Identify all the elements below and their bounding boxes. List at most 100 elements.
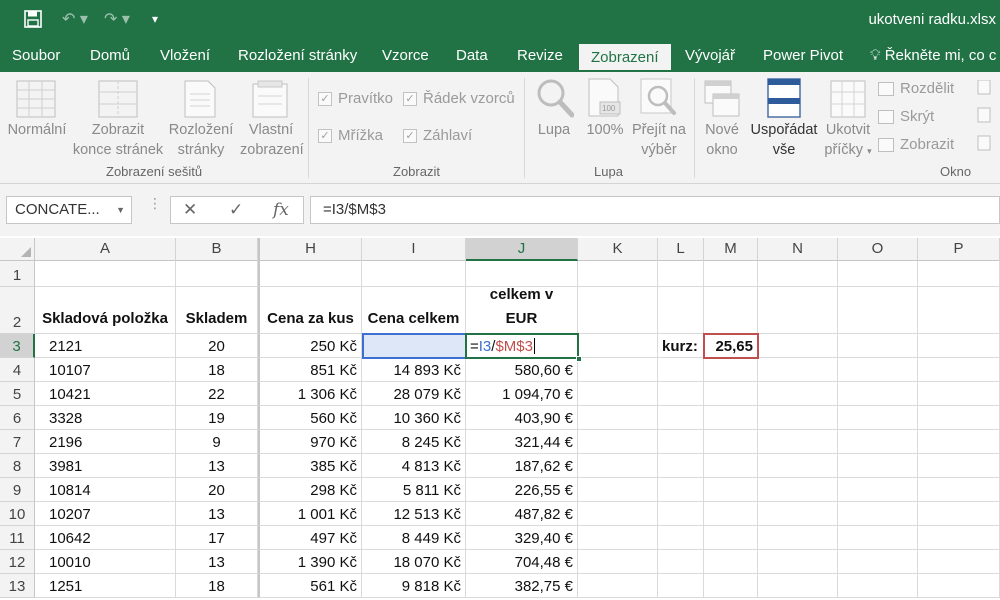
cell-a3[interactable]: 2121: [35, 334, 176, 358]
cell[interactable]: [658, 502, 704, 526]
page-break-preview-button[interactable]: Zobrazit konce stránek: [72, 120, 164, 160]
cell[interactable]: [658, 478, 704, 502]
cell-b4[interactable]: 18: [176, 358, 258, 382]
cell[interactable]: [578, 526, 658, 550]
cell-b7[interactable]: 9: [176, 430, 258, 454]
cell-a9[interactable]: 10814: [35, 478, 176, 502]
cell[interactable]: [838, 574, 918, 598]
column-header-l[interactable]: L: [658, 238, 704, 261]
cell[interactable]: [578, 287, 658, 334]
name-box[interactable]: CONCATE... ▼: [6, 196, 132, 224]
cell[interactable]: [578, 382, 658, 406]
cell[interactable]: [658, 358, 704, 382]
cell[interactable]: [918, 287, 1000, 334]
cell[interactable]: [578, 358, 658, 382]
row-header-12[interactable]: 12: [0, 550, 35, 574]
cell-a11[interactable]: 10642: [35, 526, 176, 550]
ruler-checkbox[interactable]: ✓ Pravítko: [318, 90, 393, 107]
cell[interactable]: [176, 261, 258, 287]
cell-b11[interactable]: 17: [176, 526, 258, 550]
insert-function-icon[interactable]: fx: [273, 200, 289, 220]
row-header-5[interactable]: 5: [0, 382, 35, 406]
cell-h7[interactable]: 970 Kč: [258, 430, 362, 454]
zoom-to-selection-button[interactable]: Přejít na výběr: [628, 120, 690, 160]
cell-i13[interactable]: 9 818 Kč: [362, 574, 466, 598]
cell[interactable]: [704, 406, 758, 430]
cell[interactable]: [838, 287, 918, 334]
cell-a7[interactable]: 2196: [35, 430, 176, 454]
tab-home[interactable]: Domů: [90, 40, 130, 72]
formula-bar-checkbox[interactable]: ✓ Řádek vzorců: [403, 90, 515, 107]
cell-a12[interactable]: 10010: [35, 550, 176, 574]
cell[interactable]: [758, 550, 838, 574]
row-header-7[interactable]: 7: [0, 430, 35, 454]
cell[interactable]: [704, 574, 758, 598]
cell[interactable]: [758, 358, 838, 382]
row-header-13[interactable]: 13: [0, 574, 35, 598]
cell-h8[interactable]: 385 Kč: [258, 454, 362, 478]
cell[interactable]: [578, 478, 658, 502]
cell-b12[interactable]: 13: [176, 550, 258, 574]
cancel-icon[interactable]: ✕: [183, 200, 197, 220]
cell[interactable]: [758, 502, 838, 526]
cell-a10[interactable]: 10207: [35, 502, 176, 526]
cell[interactable]: [658, 287, 704, 334]
gridlines-checkbox[interactable]: ✓ Mřížka: [318, 127, 383, 144]
cell[interactable]: [758, 261, 838, 287]
cell-a6[interactable]: 3328: [35, 406, 176, 430]
cell-j11[interactable]: 329,40 €: [466, 526, 578, 550]
column-header-m[interactable]: M: [704, 238, 758, 261]
cell[interactable]: [838, 502, 918, 526]
cell[interactable]: [918, 334, 1000, 358]
cell-j13[interactable]: 382,75 €: [466, 574, 578, 598]
tab-developer[interactable]: Vývojář: [685, 40, 735, 72]
new-window-button[interactable]: Nové okno: [698, 120, 746, 160]
column-header-k[interactable]: K: [578, 238, 658, 261]
tab-formulas[interactable]: Vzorce: [382, 40, 429, 72]
zoom-100-button[interactable]: 100%: [584, 120, 626, 140]
cell[interactable]: [578, 502, 658, 526]
cell-j7[interactable]: 321,44 €: [466, 430, 578, 454]
row-header-3[interactable]: 3: [0, 334, 35, 358]
edit-cell-j3[interactable]: = I3/$M$3: [466, 334, 578, 358]
cell[interactable]: [758, 430, 838, 454]
cell-j4[interactable]: 580,60 €: [466, 358, 578, 382]
cell-j9[interactable]: 226,55 €: [466, 478, 578, 502]
cell-i12[interactable]: 18 070 Kč: [362, 550, 466, 574]
row-header-8[interactable]: 8: [0, 454, 35, 478]
cell[interactable]: [362, 261, 466, 287]
cell[interactable]: [758, 454, 838, 478]
column-header-h[interactable]: H: [258, 238, 362, 261]
cell[interactable]: [704, 261, 758, 287]
cell[interactable]: [758, 406, 838, 430]
freeze-panes-button[interactable]: Ukotvit příčky ▾: [820, 120, 876, 161]
tab-page-layout[interactable]: Rozložení stránky: [238, 40, 357, 72]
tab-review[interactable]: Revize: [517, 40, 563, 72]
header-cell-b[interactable]: Skladem: [176, 287, 258, 334]
cell-b13[interactable]: 18: [176, 574, 258, 598]
cell-h11[interactable]: 497 Kč: [258, 526, 362, 550]
cell[interactable]: [578, 574, 658, 598]
column-header-o[interactable]: O: [838, 238, 918, 261]
cell-i9[interactable]: 5 811 Kč: [362, 478, 466, 502]
tell-me-search[interactable]: 💡︎ Řekněte mi, co c: [870, 40, 996, 72]
cell[interactable]: [704, 382, 758, 406]
cell[interactable]: [918, 358, 1000, 382]
tab-insert[interactable]: Vložení: [160, 40, 210, 72]
save-icon[interactable]: [24, 8, 42, 30]
cell[interactable]: [658, 454, 704, 478]
cell[interactable]: [838, 550, 918, 574]
cell-i8[interactable]: 4 813 Kč: [362, 454, 466, 478]
cell[interactable]: [258, 261, 362, 287]
cell-b9[interactable]: 20: [176, 478, 258, 502]
select-all-button[interactable]: [0, 238, 35, 261]
fill-handle[interactable]: [576, 356, 582, 362]
cell-h5[interactable]: 1 306 Kč: [258, 382, 362, 406]
cell-a13[interactable]: 1251: [35, 574, 176, 598]
cell-b6[interactable]: 19: [176, 406, 258, 430]
redo-icon[interactable]: ↷ ▾: [104, 8, 130, 30]
row-header-2[interactable]: 2: [0, 287, 35, 334]
cell[interactable]: [838, 526, 918, 550]
cell[interactable]: [35, 261, 176, 287]
cell[interactable]: [704, 550, 758, 574]
